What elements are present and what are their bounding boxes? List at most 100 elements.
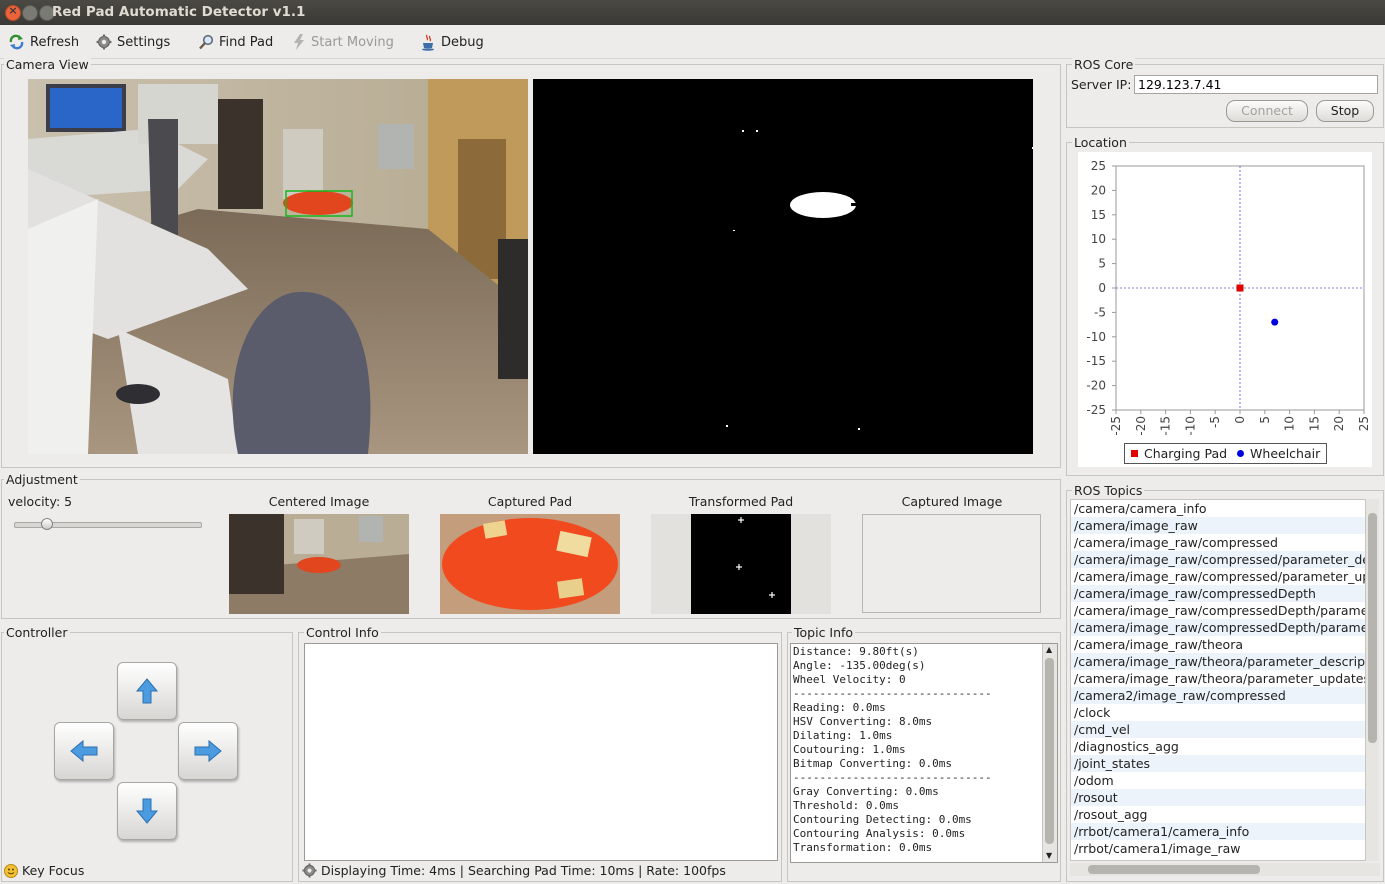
- camera-rgb-image: [28, 79, 528, 454]
- topic-list-item[interactable]: /camera/image_raw/theora: [1071, 636, 1365, 653]
- location-legend: Charging Pad Wheelchair: [1124, 443, 1327, 464]
- topic-list-item[interactable]: /camera/camera_info: [1071, 500, 1365, 517]
- window-title: Red Pad Automatic Detector v1.1: [52, 4, 306, 20]
- ros-topics-hscrollbar[interactable]: [1070, 863, 1380, 876]
- lightning-icon: [294, 34, 304, 50]
- topic-list-item[interactable]: /camera/image_raw/compressed/parameter_u…: [1071, 568, 1365, 585]
- y-tick-label: -5: [1094, 305, 1106, 319]
- x-tick-label: -10: [1183, 416, 1197, 436]
- topic-list-item[interactable]: /camera/image_raw/compressedDepth: [1071, 585, 1365, 602]
- ros-topics-hscroll-thumb[interactable]: [1088, 865, 1260, 874]
- topic-list-item[interactable]: /camera/image_raw/compressedDepth/parame: [1071, 619, 1365, 636]
- move-left-button[interactable]: [54, 722, 114, 780]
- topic-list-item[interactable]: /rrbot/camera1/camera_info: [1071, 823, 1365, 840]
- ros-topics-vscrollbar[interactable]: [1366, 499, 1379, 861]
- adjustment-label: Adjustment: [4, 472, 80, 487]
- close-icon: ×: [8, 4, 18, 17]
- arrow-up-icon: [135, 678, 159, 704]
- x-tick-label: 20: [1332, 416, 1346, 431]
- scroll-up-icon[interactable]: ▲: [1046, 646, 1052, 654]
- x-tick-label: 25: [1357, 416, 1371, 431]
- wheelchair-marker: [1271, 318, 1279, 326]
- topic-list-item[interactable]: /clock: [1071, 704, 1365, 721]
- y-tick-label: -20: [1086, 379, 1106, 393]
- server-ip-input[interactable]: [1134, 75, 1378, 94]
- y-tick-label: 10: [1091, 232, 1106, 246]
- topic-info-scrollbar[interactable]: ▲ ▼: [1042, 644, 1057, 862]
- topic-list-item[interactable]: /camera/image_raw/theora/parameter_descr…: [1071, 653, 1365, 670]
- settings-label: Settings: [117, 34, 171, 50]
- topic-list-item[interactable]: /rrbot/camera1/image_raw: [1071, 840, 1365, 857]
- move-up-button[interactable]: [117, 662, 177, 720]
- topic-list-item[interactable]: /rosout: [1071, 789, 1365, 806]
- legend-wheelchair-label: Wheelchair: [1250, 446, 1321, 461]
- centered-image-label: Centered Image: [268, 494, 370, 509]
- topic-list-item[interactable]: /joint_states: [1071, 755, 1365, 772]
- ros-topics-list[interactable]: /camera/camera_info/camera/image_raw/cam…: [1070, 499, 1366, 861]
- transformed-pad-image: [691, 514, 791, 614]
- captured-image-placeholder: [862, 514, 1041, 613]
- settings-button[interactable]: Settings: [96, 32, 170, 52]
- topic-info-scroll-thumb[interactable]: [1045, 658, 1054, 844]
- topic-info-textarea[interactable]: Distance: 9.80ft(s) Angle: -135.00deg(s)…: [790, 643, 1058, 863]
- arrow-left-icon: [70, 739, 98, 763]
- x-tick-label: -5: [1208, 416, 1222, 428]
- smiley-icon: [4, 863, 18, 878]
- ros-topics-label: ROS Topics: [1072, 483, 1145, 498]
- minimize-window-button[interactable]: [22, 5, 38, 21]
- camera-threshold-image: [533, 79, 1033, 454]
- topic-info-label: Topic Info: [792, 625, 856, 640]
- find-pad-button[interactable]: Find Pad: [198, 32, 273, 52]
- gear-icon: [96, 34, 112, 50]
- centered-image: [229, 514, 409, 614]
- scroll-down-icon[interactable]: ▼: [1046, 852, 1052, 860]
- ros-topics-vscroll-thumb[interactable]: [1368, 513, 1377, 743]
- ros-core-label: ROS Core: [1072, 57, 1136, 72]
- magnifier-icon: [199, 34, 214, 50]
- location-label: Location: [1072, 135, 1129, 150]
- arrow-right-icon: [194, 739, 222, 763]
- close-window-button[interactable]: ×: [5, 4, 21, 21]
- topic-list-item[interactable]: /camera/image_raw: [1071, 517, 1365, 534]
- topic-list-item[interactable]: /camera2/image_raw/compressed: [1071, 687, 1365, 704]
- toolbar: Refresh Settings Find Pad Start Moving D…: [0, 25, 1385, 59]
- y-tick-label: 25: [1091, 159, 1106, 173]
- controller-label: Controller: [4, 625, 70, 640]
- java-cup-icon: [422, 34, 434, 51]
- topic-list-item[interactable]: /camera/image_raw/compressedDepth/parame: [1071, 602, 1365, 619]
- velocity-slider[interactable]: [14, 518, 202, 530]
- move-down-button[interactable]: [117, 782, 177, 840]
- key-focus-label: Key Focus: [22, 863, 85, 878]
- y-tick-label: -25: [1086, 403, 1106, 417]
- connect-button[interactable]: Connect: [1226, 100, 1308, 122]
- camera-view-label: Camera View: [4, 57, 91, 72]
- legend-circle-marker: [1237, 450, 1245, 457]
- start-moving-label: Start Moving: [311, 34, 394, 50]
- move-right-button[interactable]: [178, 722, 238, 780]
- topic-list-item[interactable]: /diagnostics_agg: [1071, 738, 1365, 755]
- y-tick-label: 0: [1098, 281, 1106, 295]
- control-info-textarea[interactable]: [304, 643, 778, 861]
- debug-button[interactable]: Debug: [420, 32, 484, 52]
- charging-pad-marker: [1236, 284, 1244, 292]
- x-tick-label: 0: [1233, 416, 1247, 424]
- x-tick-label: 5: [1258, 416, 1272, 424]
- stop-button[interactable]: Stop: [1316, 100, 1374, 122]
- key-focus-indicator[interactable]: Key Focus: [4, 863, 84, 878]
- start-moving-button[interactable]: Start Moving: [292, 32, 394, 52]
- captured-image-label: Captured Image: [901, 494, 1003, 509]
- topic-list-item[interactable]: /odom: [1071, 772, 1365, 789]
- topic-list-item[interactable]: /camera/image_raw/compressed/parameter_d…: [1071, 551, 1365, 568]
- location-chart: 25 20 15 10 5 0 -5 -10 -15 -20 -25-25 -20 -15 -10 -5 0 5…: [1086, 159, 1371, 436]
- velocity-label: velocity: 5: [8, 494, 73, 509]
- velocity-slider-handle[interactable]: [41, 518, 53, 530]
- gear-icon: [302, 863, 317, 878]
- x-tick-label: 10: [1283, 416, 1297, 431]
- y-tick-label: -15: [1086, 354, 1106, 368]
- topic-list-item[interactable]: /rosout_agg: [1071, 806, 1365, 823]
- topic-list-item[interactable]: /camera/image_raw/compressed: [1071, 534, 1365, 551]
- refresh-button[interactable]: Refresh: [8, 32, 79, 52]
- topic-list-item[interactable]: /cmd_vel: [1071, 721, 1365, 738]
- topic-list-item[interactable]: /camera/image_raw/theora/parameter_updat…: [1071, 670, 1365, 687]
- refresh-label: Refresh: [30, 34, 80, 50]
